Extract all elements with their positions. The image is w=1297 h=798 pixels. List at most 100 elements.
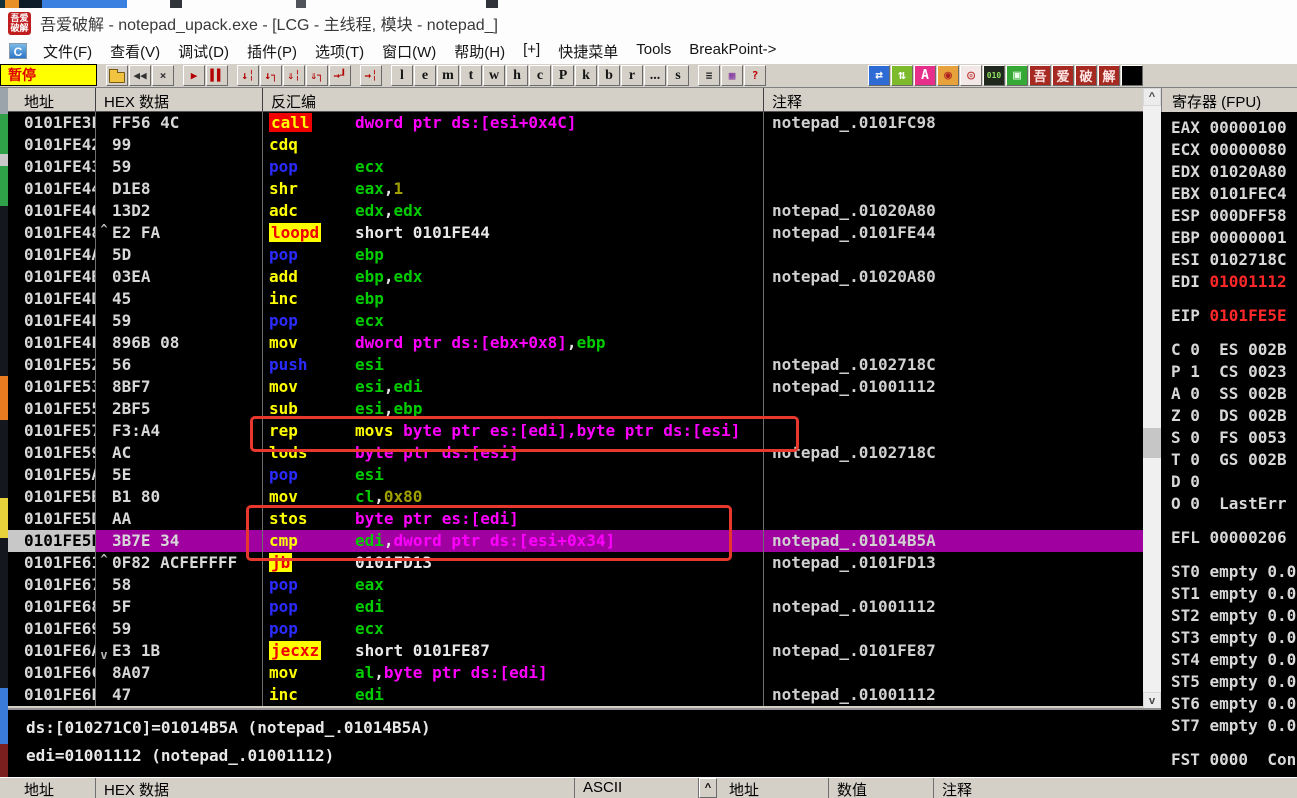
disasm-row[interactable]: 0101FE552BF5subesi,ebp [8, 398, 1143, 420]
register-row-eip[interactable]: EIP 0101FE5E [1171, 305, 1297, 327]
pane-shortcut-button-b[interactable]: b [598, 65, 620, 86]
flag-row-d[interactable]: D 0 [1171, 471, 1297, 493]
menu-item[interactable]: BreakPoint-> [680, 38, 785, 65]
register-row-st4[interactable]: ST4 empty 0.0 [1171, 649, 1297, 671]
disasm-row[interactable]: 0101FE5BB1 80movcl,0x80 [8, 486, 1143, 508]
plugin-spiral-icon[interactable]: ◎ [960, 65, 982, 86]
disasm-row[interactable]: 0101FE57F3:A4repmovs byte ptr es:[edi],b… [8, 420, 1143, 442]
menu-item[interactable]: 查看(V) [101, 38, 169, 65]
disasm-row[interactable]: 0101FE5A5Epopesi [8, 464, 1143, 486]
step-over-button[interactable]: ↓┐ [260, 65, 282, 86]
disasm-row[interactable]: 0101FE6C8A07moval,byte ptr ds:[edi] [8, 662, 1143, 684]
menu-item[interactable]: 帮助(H) [445, 38, 514, 65]
register-row-ebp[interactable]: EBP 00000001 [1171, 227, 1297, 249]
pane-shortcut-button-s[interactable]: s [667, 65, 689, 86]
pane-shortcut-button-m[interactable]: m [437, 65, 459, 86]
register-row-edi[interactable]: EDI 01001112 [1171, 271, 1297, 293]
disasm-row[interactable]: 0101FE6E47incedinotepad_.01001112 [8, 684, 1143, 706]
flag-row-t[interactable]: T 0 GS 002B [1171, 449, 1297, 471]
dump-scroll-up-icon[interactable]: ^ [699, 778, 717, 798]
animate-over-button[interactable]: ⇓┐ [306, 65, 328, 86]
plugin-binary-icon[interactable]: 010 [983, 65, 1005, 86]
disasm-row[interactable]: 0101FE6758popeax [8, 574, 1143, 596]
disasm-row[interactable]: 0101FE5256pushesinotepad_.0102718C [8, 354, 1143, 376]
pane-shortcut-button-t[interactable]: t [460, 65, 482, 86]
disasm-row[interactable]: 0101FE59AClodsbyte ptr ds:[esi]notepad_.… [8, 442, 1143, 464]
execute-till-return-button[interactable]: →┚ [329, 65, 351, 86]
plugin-ai-icon[interactable]: 爱 [1052, 65, 1074, 86]
disasm-row[interactable]: 0101FE6959popecx [8, 618, 1143, 640]
flag-row-p[interactable]: P 1 CS 0023 [1171, 361, 1297, 383]
menu-item[interactable]: 快捷菜单 [549, 38, 627, 65]
plugin-wu-icon[interactable]: 吾 [1029, 65, 1051, 86]
register-row-efl[interactable]: EFL 00000206 [1171, 527, 1297, 549]
flag-row-s[interactable]: S 0 FS 0053 [1171, 427, 1297, 449]
register-row-st7[interactable]: ST7 empty 0.0 [1171, 715, 1297, 737]
flag-row-o[interactable]: O 0 LastErr [1171, 493, 1297, 515]
disasm-row[interactable]: 0101FE685Fpopedinotepad_.01001112 [8, 596, 1143, 618]
register-row-fst[interactable]: FST 0000 Con [1171, 749, 1297, 771]
pane-shortcut-button-l[interactable]: l [391, 65, 413, 86]
run-button[interactable]: ▶ [183, 65, 205, 86]
disasm-row[interactable]: 0101FE44D1E8shreax,1 [8, 178, 1143, 200]
plugin-po-icon[interactable]: 破 [1075, 65, 1097, 86]
disasm-row[interactable]: 0101FE4B03EAaddebp,edxnotepad_.01020A80 [8, 266, 1143, 288]
disasm-row[interactable]: 0101FE3FFF56 4Ccalldword ptr ds:[esi+0x4… [8, 112, 1143, 134]
register-row-st1[interactable]: ST1 empty 0.0 [1171, 583, 1297, 605]
register-row-st3[interactable]: ST3 empty 0.0 [1171, 627, 1297, 649]
register-row-ebx[interactable]: EBX 0101FEC4 [1171, 183, 1297, 205]
help-button[interactable]: ? [744, 65, 766, 86]
pane-shortcut-button-r[interactable]: r [621, 65, 643, 86]
flag-row-c[interactable]: C 0 ES 002B [1171, 339, 1297, 361]
close-window-button[interactable]: × [152, 65, 174, 86]
plugin-black-icon[interactable] [1121, 65, 1143, 86]
pane-shortcut-button-more[interactable]: ... [644, 65, 666, 86]
register-row-eax[interactable]: EAX 00000100 [1171, 117, 1297, 139]
disasm-row[interactable]: 0101FE4359popecx [8, 156, 1143, 178]
disasm-row[interactable]: 0101FE5DAAstosbyte ptr es:[edi] [8, 508, 1143, 530]
disasm-row[interactable]: 0101FE5E3B7E 34cmpedi,dword ptr ds:[esi+… [8, 530, 1143, 552]
plugin-a-icon[interactable]: A [914, 65, 936, 86]
disasm-row[interactable]: 0101FE4A5Dpopebp [8, 244, 1143, 266]
go-back-button[interactable]: ◀◀ [129, 65, 151, 86]
menu-item[interactable]: Tools [627, 38, 680, 65]
pause-button[interactable]: ▌▌ [206, 65, 228, 86]
pane-shortcut-button-w[interactable]: w [483, 65, 505, 86]
disasm-row[interactable]: 0101FE4613D2adcedx,edxnotepad_.01020A80 [8, 200, 1143, 222]
plugin-jie-icon[interactable]: 解 [1098, 65, 1120, 86]
flag-row-z[interactable]: Z 0 DS 002B [1171, 405, 1297, 427]
disasm-row[interactable]: 0101FE4D45incebp [8, 288, 1143, 310]
plugin-sync-icon[interactable]: ⇄ [868, 65, 890, 86]
window-system-icon[interactable]: C [9, 43, 27, 59]
register-row-esi[interactable]: ESI 0102718C [1171, 249, 1297, 271]
register-row-edx[interactable]: EDX 01020A80 [1171, 161, 1297, 183]
flag-row-a[interactable]: A 0 SS 002B [1171, 383, 1297, 405]
menu-item[interactable]: 调试(D) [169, 38, 238, 65]
execute-till-user-code-button[interactable]: →╎ [360, 65, 382, 86]
scrollbar-thumb[interactable] [1143, 428, 1161, 458]
disassembly-scrollbar[interactable]: ^ v [1143, 88, 1161, 710]
windows-list-button[interactable]: ▦ [721, 65, 743, 86]
pane-shortcut-button-c[interactable]: c [529, 65, 551, 86]
disasm-row[interactable]: 0101FE6AvE3 1Bjecxzshort 0101FE87notepad… [8, 640, 1143, 662]
plugin-updown-icon[interactable]: ⇅ [891, 65, 913, 86]
register-row-st0[interactable]: ST0 empty 0.0 [1171, 561, 1297, 583]
menu-item[interactable]: 插件(P) [238, 38, 306, 65]
plugin-record-icon[interactable]: ◉ [937, 65, 959, 86]
log-window-button[interactable]: ≡ [698, 65, 720, 86]
step-into-button[interactable]: ↓╎ [237, 65, 259, 86]
register-row-st6[interactable]: ST6 empty 0.0 [1171, 693, 1297, 715]
plugin-monitor-icon[interactable]: ▣ [1006, 65, 1028, 86]
pane-shortcut-button-e[interactable]: e [414, 65, 436, 86]
register-row-ecx[interactable]: ECX 00000080 [1171, 139, 1297, 161]
disasm-row[interactable]: 0101FE4F896B 08movdword ptr ds:[ebx+0x8]… [8, 332, 1143, 354]
menu-item[interactable]: 窗口(W) [373, 38, 445, 65]
disasm-row[interactable]: 0101FE4299cdq [8, 134, 1143, 156]
open-file-button[interactable] [106, 65, 128, 86]
menu-item[interactable]: 文件(F) [34, 38, 101, 65]
register-row-st5[interactable]: ST5 empty 0.0 [1171, 671, 1297, 693]
pane-shortcut-button-h[interactable]: h [506, 65, 528, 86]
disasm-row[interactable]: 0101FE61^0F82 ACFEFFFFjb0101FD13notepad_… [8, 552, 1143, 574]
menu-item[interactable]: 选项(T) [306, 38, 373, 65]
pane-shortcut-button-k[interactable]: k [575, 65, 597, 86]
